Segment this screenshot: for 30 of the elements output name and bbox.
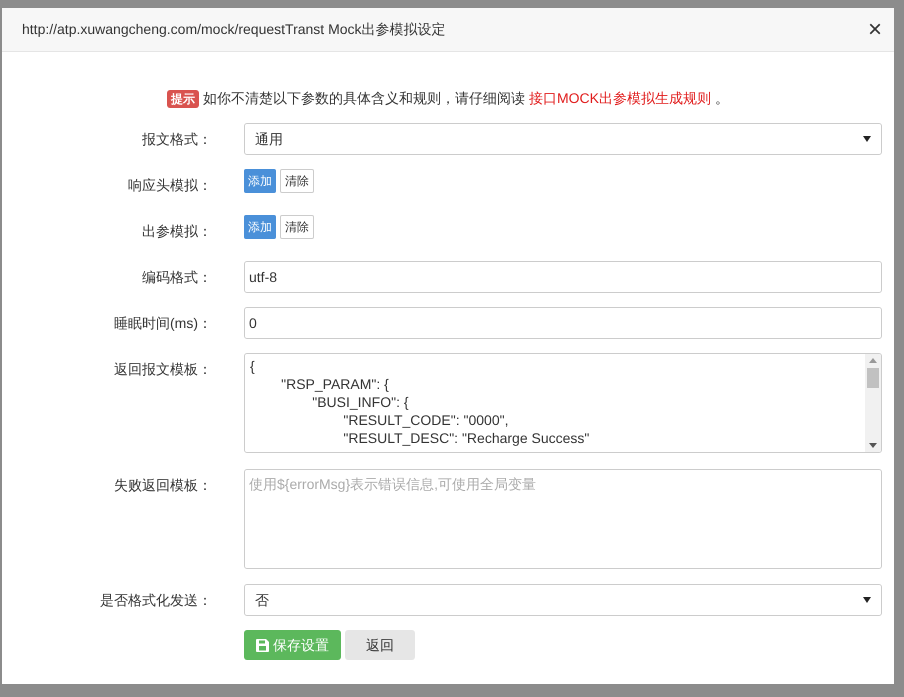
field-label: 编码格式： [142, 268, 212, 287]
scroll-up-icon[interactable] [869, 358, 877, 363]
select-field[interactable]: 否 [244, 584, 882, 616]
input-field[interactable]: utf-8 [244, 261, 882, 293]
field-label: 报文格式： [142, 130, 212, 149]
notice-text: 如你不清楚以下参数的具体含义和规则，请仔细阅读 [203, 89, 525, 108]
textarea-field[interactable]: 使用${errorMsg}表示错误信息,可使用全局变量 [244, 469, 882, 569]
field-label: 返回报文模板： [114, 360, 212, 379]
scrollbar-thumb[interactable] [867, 368, 879, 388]
notice-period: 。 [715, 89, 729, 108]
code-textarea[interactable]: { "RSP_PARAM": { "BUSI_INFO": { "RESULT_CODE": "0000", "RESULT_DESC": "Recharge Success" [244, 353, 882, 453]
clear-button[interactable]: 清除 [280, 215, 314, 239]
field-label: 响应头模拟： [128, 176, 212, 195]
close-button[interactable]: × [864, 18, 886, 42]
dialog-title: http://atp.xuwangcheng.com/mock/requestTranst Mock出参模拟设定 [22, 20, 446, 39]
scroll-down-icon[interactable] [869, 443, 877, 448]
field-label: 睡眠时间(ms)： [114, 314, 212, 333]
select-field[interactable]: 通用 [244, 123, 882, 155]
scrollbar[interactable] [865, 354, 881, 452]
field-label: 是否格式化发送： [100, 591, 212, 610]
clear-button[interactable]: 清除 [280, 169, 314, 193]
caret-icon [863, 136, 871, 142]
notice-badge: 提示 [167, 90, 199, 108]
caret-icon [863, 597, 871, 603]
field-label: 出参模拟： [142, 222, 212, 241]
field-label: 失败返回模板： [114, 476, 212, 495]
rules-link[interactable]: 接口MOCK出参模拟生成规则 [529, 88, 711, 109]
back-button[interactable]: 返回 [345, 630, 415, 660]
input-field[interactable]: 0 [244, 307, 882, 339]
save-icon [256, 638, 269, 652]
